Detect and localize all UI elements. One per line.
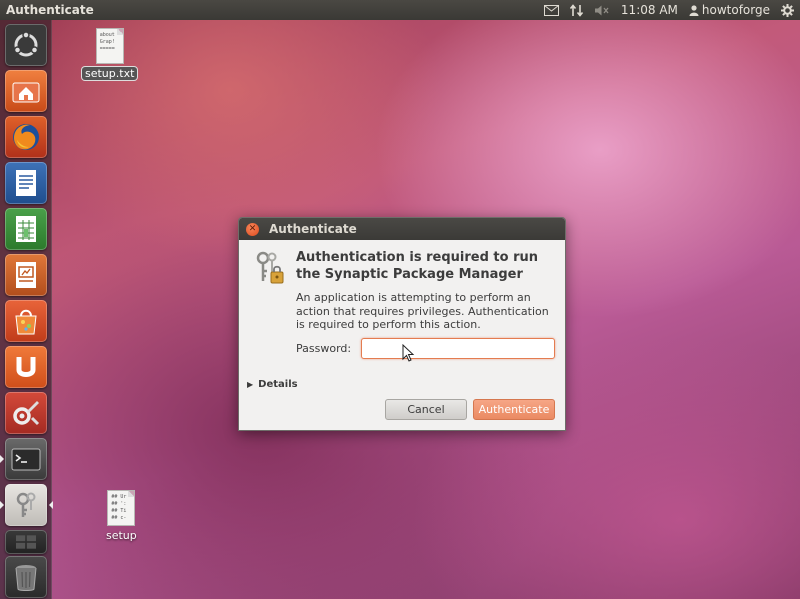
dialog-heading: Authentication is required to run the Sy… [296,250,539,282]
dialog-title: Authenticate [269,222,357,236]
keys-icon [256,251,284,284]
network-icon[interactable] [569,0,584,20]
dialog-titlebar[interactable]: ✕ Authenticate [239,218,565,240]
libreoffice-impress-icon [16,262,36,288]
system-settings-button[interactable] [5,392,47,434]
text-file-icon: about Grap! ===== [95,28,124,64]
close-button[interactable]: ✕ [246,222,259,236]
launcher [0,20,53,599]
cancel-button[interactable]: Cancel [385,399,467,420]
user-menu[interactable]: howtoforge [689,3,770,17]
details-label: Details [258,379,298,390]
details-expander[interactable]: ▶ Details [247,379,298,390]
libreoffice-calc-icon [16,216,36,242]
desktop-file-label: setup [106,529,137,542]
ubuntu-one-icon [16,357,36,377]
libreoffice-impress-button[interactable] [5,254,47,296]
password-label: Password: [296,342,352,355]
active-window-title: Authenticate [6,3,94,17]
focused-indicator [49,501,53,509]
home-folder-button[interactable] [5,70,47,112]
user-icon [689,4,699,16]
authenticate-button[interactable]: Authenticate [473,399,555,420]
authentication-keys-icon [16,492,36,517]
workspace-switcher-button[interactable] [5,530,47,554]
expander-arrow-icon: ▶ [247,380,254,389]
desktop-file-setup-txt[interactable]: about Grap! ===== setup.txt [82,28,138,80]
running-indicator [0,455,4,463]
firefox-icon [13,124,39,150]
user-name: howtoforge [701,3,770,17]
close-icon: ✕ [248,223,257,234]
running-indicator [0,501,4,509]
volume-muted-icon[interactable] [594,0,610,20]
libreoffice-writer-button[interactable] [5,162,47,204]
clock[interactable]: 11:08 AM [621,3,678,17]
home-folder-icon [12,82,40,103]
trash-button[interactable] [5,556,47,598]
desktop-file-setup[interactable]: ## Ur ## ': ## Ti ## c- setup [103,490,140,542]
mail-icon[interactable] [543,0,559,20]
dialog-description: An application is attempting to perform … [296,291,549,331]
desktop-file-label: setup.txt [82,67,138,80]
software-center-button[interactable] [5,300,47,342]
top-panel: Authenticate 11:08 AM howtoforge [0,0,800,20]
terminal-button[interactable] [0,438,47,480]
authenticate-dialog: ✕ Authenticate Authentication is require… [238,217,566,431]
firefox-button[interactable] [5,116,47,158]
ubuntu-one-button[interactable] [5,346,47,388]
dash-home-button[interactable] [5,24,47,66]
trash-icon [15,565,37,591]
mouse-cursor-icon [402,344,415,362]
libreoffice-writer-icon [16,170,36,196]
gear-icon[interactable] [781,0,794,20]
libreoffice-calc-button[interactable] [5,208,47,250]
indicator-area: 11:08 AM howtoforge [543,0,800,20]
dash-home-icon [13,31,39,57]
script-file-icon: ## Ur ## ': ## Ti ## c- [107,490,136,526]
software-center-icon [15,309,37,335]
system-settings-icon [13,401,40,426]
authentication-keys-button[interactable] [0,484,53,526]
workspace-switcher-icon [16,535,36,549]
password-input[interactable] [361,338,555,359]
terminal-icon [11,448,41,471]
